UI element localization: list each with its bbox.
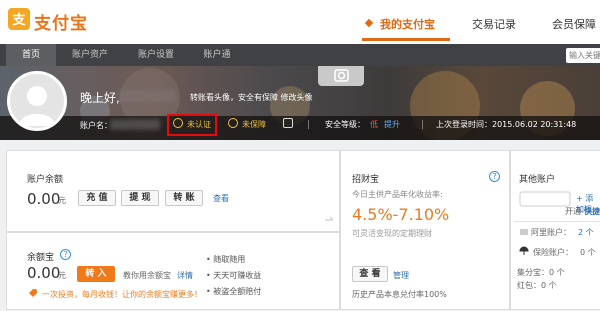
- shield-icon: [228, 118, 238, 128]
- account-name-label: 账户名：: [80, 121, 112, 130]
- ali-account-count[interactable]: 2 个: [578, 227, 594, 238]
- zhaocaibao-manage-link[interactable]: 管理: [393, 270, 409, 281]
- feature-text: 被盗全额赔付: [213, 287, 262, 296]
- sub-navigation: 首页 账户资产 账户设置 账户通: [0, 44, 600, 66]
- nav-my-alipay[interactable]: 我的支付宝: [380, 16, 435, 32]
- yuebao-detail-link[interactable]: 详情: [177, 270, 193, 281]
- subnav-account-settings[interactable]: 账户设置: [128, 44, 184, 66]
- insurance-account-label: 保险账户：: [533, 248, 573, 257]
- yuebao-feature: • 被盗全额赔付: [206, 287, 262, 296]
- zhaocaibao-view-button[interactable]: 查 看: [352, 266, 388, 282]
- svg-text:支: 支: [11, 12, 26, 28]
- open-label: 开通: [565, 207, 581, 216]
- balance-unit: 元: [58, 196, 66, 205]
- avatar-tip-link[interactable]: 转账看头像，安全有保障 修改头像: [190, 92, 313, 103]
- balance-view-link[interactable]: 查看: [213, 193, 229, 204]
- divider: [308, 120, 309, 129]
- camera-icon: [334, 69, 349, 82]
- insurance-account-count[interactable]: 0 个: [580, 247, 596, 258]
- balance-title: 账户余额: [27, 175, 64, 185]
- security-level-label: 安全等级：: [325, 120, 365, 129]
- greeting-text: 晚上好,: [80, 91, 120, 105]
- jifenbao-count[interactable]: 集分宝：0 个: [517, 267, 565, 278]
- active-nav-marker: [364, 18, 374, 28]
- yuebao-title: 余额宝: [27, 253, 55, 263]
- yuebao-tip: 教你用余额宝: [123, 271, 171, 280]
- rate-value: 4.5%-7.10%: [352, 205, 450, 224]
- help-icon[interactable]: ?: [60, 249, 71, 260]
- default-avatar-icon: [19, 86, 55, 126]
- security-level-value: 低: [370, 120, 378, 129]
- transfer-in-button[interactable]: 转 入: [77, 266, 115, 282]
- other-accounts-title: 其他账户: [519, 175, 556, 185]
- security-upgrade-link[interactable]: 提升: [384, 119, 400, 130]
- ali-account-icon: [520, 229, 528, 235]
- yuebao-amount: 0.00: [27, 264, 61, 282]
- zhaocaibao-title: 招财宝: [352, 175, 380, 185]
- open-quick-pay-link[interactable]: 快捷: [584, 206, 600, 217]
- rate-label: 今日主供产品年化收益率:: [352, 190, 443, 199]
- hongbao-count[interactable]: 红包：0 个: [517, 280, 557, 291]
- help-icon[interactable]: ?: [489, 171, 500, 182]
- transfer-button[interactable]: 转 账: [165, 190, 203, 206]
- nav-transaction-records[interactable]: 交易记录: [472, 16, 516, 32]
- user-verify-icon: [173, 118, 183, 128]
- yuebao-promo-link[interactable]: 一次投资，每月收钱！让你的余额宝赚更多！: [42, 289, 202, 300]
- change-cover-button[interactable]: [318, 66, 364, 86]
- refresh-icon[interactable]: [323, 214, 335, 223]
- account-name-masked: [110, 119, 160, 130]
- phone-icon[interactable]: [283, 118, 293, 128]
- avatar[interactable]: [7, 71, 67, 131]
- feature-text: 随取随用: [213, 255, 246, 264]
- divider: [422, 120, 423, 129]
- subnav-account-pass[interactable]: 账户通: [192, 44, 242, 66]
- top-header: 支 支付宝 我的支付宝 交易记录 会员保障: [0, 0, 600, 44]
- nav-active-underline: [362, 38, 450, 41]
- subnav-home[interactable]: 首页: [6, 44, 56, 66]
- withdraw-button[interactable]: 提 现: [121, 190, 159, 206]
- subnav-account-assets[interactable]: 账户资产: [62, 44, 118, 66]
- search-input[interactable]: [566, 48, 600, 63]
- rocket-icon: [29, 289, 37, 297]
- balance-amount: 0.00: [27, 190, 61, 208]
- ali-account-label: 阿里账户：: [531, 228, 571, 237]
- divider: [514, 221, 600, 222]
- yuebao-feature: • 天天可赚收益: [206, 271, 262, 280]
- recharge-button[interactable]: 充 值: [78, 190, 116, 206]
- unprotected-status[interactable]: 未保障: [242, 119, 266, 130]
- logo-text: 支付宝: [34, 14, 88, 34]
- username-masked: [118, 90, 176, 102]
- umbrella-icon: [519, 246, 529, 255]
- zhaocaibao-desc: 可灵活变现的定期理财: [352, 229, 432, 238]
- unverified-status[interactable]: 未认证: [187, 119, 211, 130]
- yuebao-feature: • 随取随用: [206, 255, 246, 264]
- bank-card-icon: [519, 191, 571, 207]
- feature-text: 天天可赚收益: [213, 271, 262, 280]
- last-login-time: 上次登录时间：2015.06.02 20:31:48: [436, 120, 577, 129]
- zhaocaibao-history: 历史产品本息兑付率100%: [352, 290, 447, 299]
- nav-member-protection[interactable]: 会员保障: [552, 16, 596, 32]
- yuebao-unit: 元: [58, 271, 66, 280]
